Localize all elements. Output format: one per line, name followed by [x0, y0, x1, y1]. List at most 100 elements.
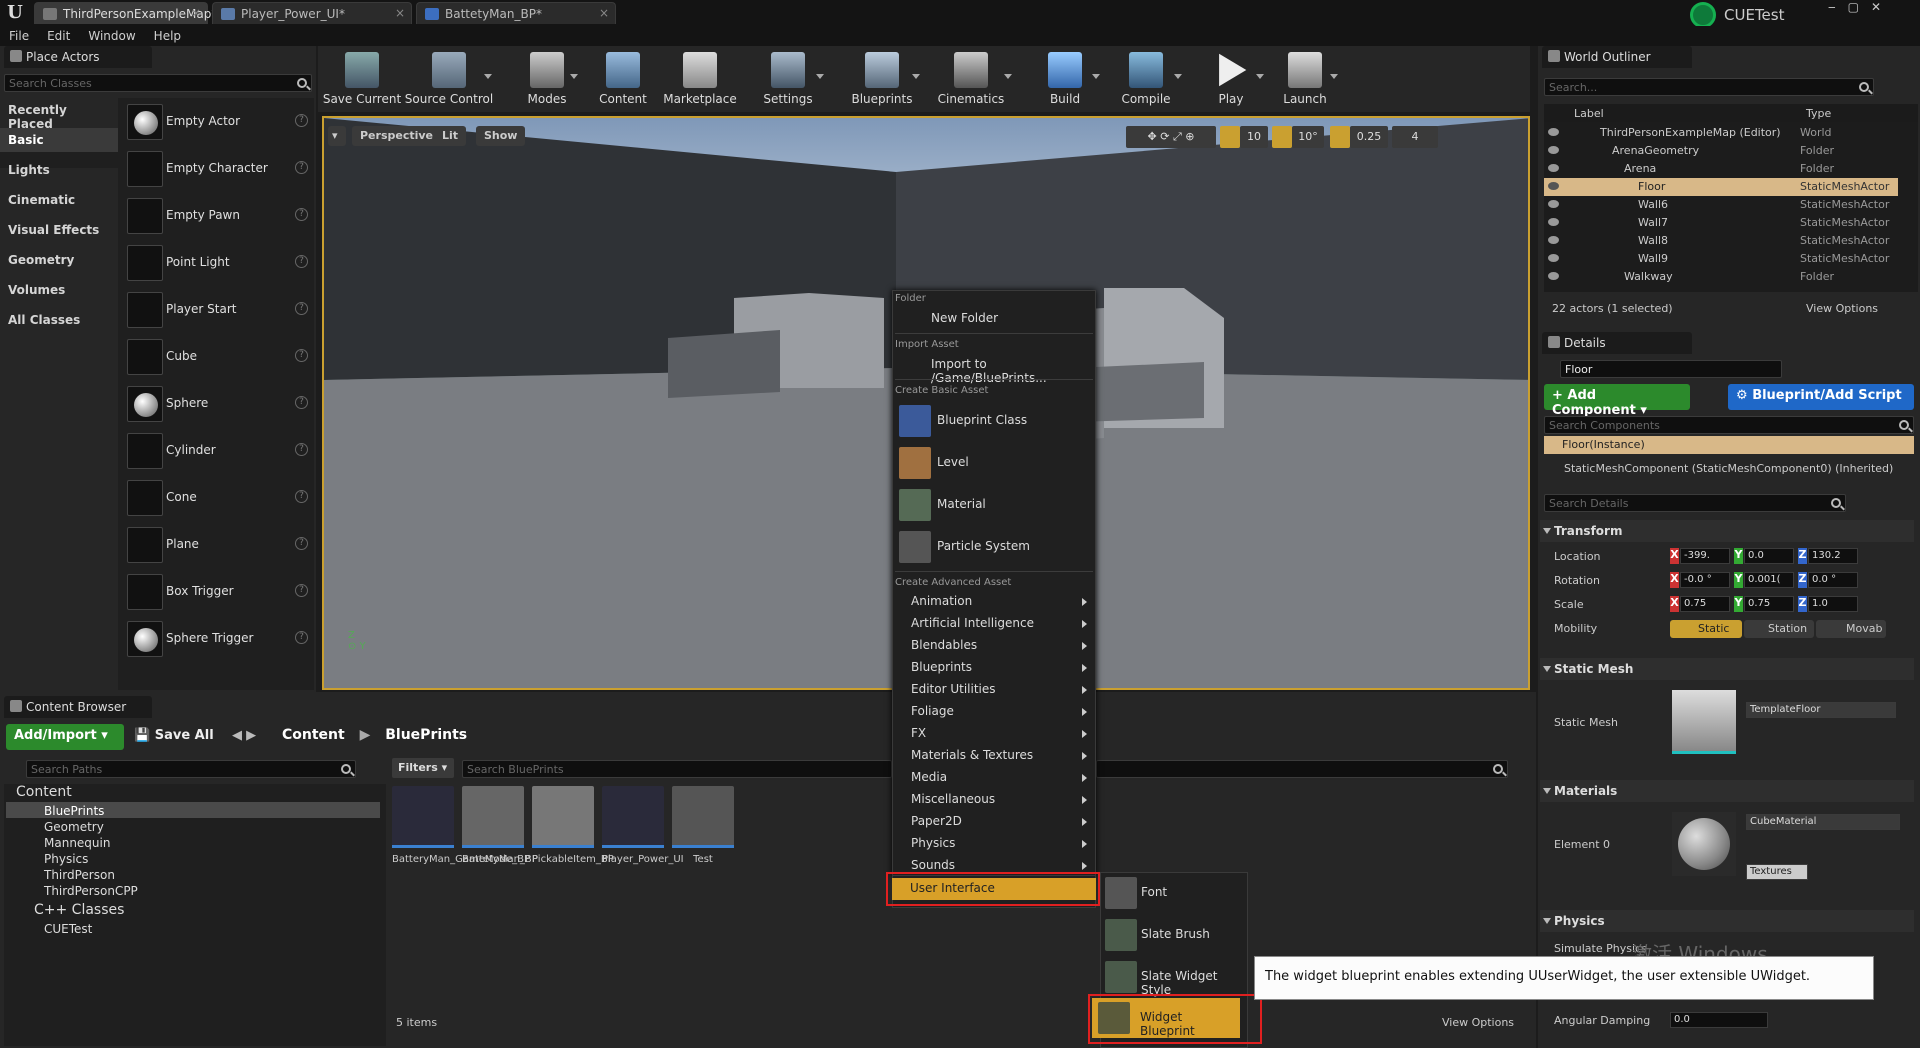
submenu-paper2d[interactable]: Paper2D — [911, 811, 1091, 833]
eye-icon[interactable] — [1548, 254, 1559, 262]
window-controls[interactable]: ‒▢✕ — [1828, 0, 1920, 18]
play-button[interactable]: Play — [1196, 50, 1266, 110]
close-icon[interactable]: × — [599, 6, 609, 20]
content-button[interactable]: Content — [590, 50, 656, 110]
outliner-row[interactable]: Wall9 StaticMeshActor — [1544, 250, 1898, 268]
show-button[interactable]: Show — [476, 126, 526, 146]
viewport-options-button[interactable]: ▾ — [328, 126, 346, 146]
category-recently-placed[interactable]: Recently Placed — [0, 98, 118, 131]
tree-blueprints[interactable]: BluePrints — [44, 804, 104, 818]
content-view-options[interactable]: View Options — [1442, 1016, 1514, 1029]
help-icon[interactable]: ? — [295, 255, 308, 268]
help-icon[interactable]: ? — [295, 490, 308, 503]
search-blueprints-input[interactable]: Search BluePrints — [462, 760, 892, 778]
tree-cpp-classes[interactable]: C++ Classes — [34, 902, 124, 918]
eye-icon[interactable] — [1548, 200, 1559, 208]
outliner-row[interactable]: Arena Folder — [1544, 160, 1898, 178]
help-icon[interactable]: ? — [295, 161, 308, 174]
outliner-row[interactable]: ThirdPersonExampleMap (Editor) World — [1544, 124, 1898, 142]
category-all-classes[interactable]: All Classes — [0, 308, 118, 332]
scale-z-field[interactable]: 1.0 — [1808, 596, 1858, 612]
category-cinematic[interactable]: Cinematic — [0, 188, 118, 212]
eye-icon[interactable] — [1548, 236, 1559, 244]
location-y-field[interactable]: 0.0 — [1744, 548, 1794, 564]
actor-cylinder[interactable]: Cylinder? — [122, 429, 312, 473]
static-mesh-section[interactable]: Static Mesh — [1540, 658, 1914, 680]
category-lights[interactable]: Lights — [0, 158, 118, 182]
help-icon[interactable]: ? — [295, 302, 308, 315]
outliner-row[interactable]: ArenaGeometry Folder — [1544, 142, 1898, 160]
scale-label[interactable]: Scale — [1554, 598, 1584, 611]
launch-button[interactable]: Launch — [1270, 50, 1340, 110]
content-browser-tab[interactable]: Content Browser — [4, 696, 152, 718]
tree-physics[interactable]: Physics — [44, 852, 88, 866]
asset-test[interactable]: Test — [672, 786, 734, 886]
outliner-view-options[interactable]: View Options — [1806, 302, 1878, 315]
chevron-down-icon[interactable] — [1174, 74, 1182, 83]
tab-battetyman-bp[interactable]: BattetyMan_BP* × — [416, 2, 616, 24]
chevron-down-icon[interactable] — [1256, 74, 1264, 83]
eye-icon[interactable] — [1548, 272, 1559, 280]
actor-empty-pawn[interactable]: Empty Pawn? — [122, 194, 312, 238]
marketplace-button[interactable]: Marketplace — [662, 50, 738, 110]
place-actors-tab[interactable]: Place Actors — [4, 46, 152, 68]
tree-content[interactable]: Content — [16, 784, 72, 800]
rotation-x-field[interactable]: -0.0 ° — [1680, 572, 1730, 588]
blueprint-add-script-button[interactable]: ⚙ Blueprint/Add Script — [1728, 384, 1914, 410]
category-geometry[interactable]: Geometry — [0, 248, 118, 272]
close-icon[interactable]: × — [395, 6, 405, 20]
col-type[interactable]: Type — [1806, 107, 1831, 120]
menu-file[interactable]: File — [0, 26, 38, 43]
submenu-blueprints[interactable]: Blueprints — [911, 657, 1091, 679]
actor-cone[interactable]: Cone? — [122, 476, 312, 520]
filters-button[interactable]: Filters ▾ — [392, 758, 454, 778]
submenu-artificial-intelligence[interactable]: Artificial Intelligence — [911, 613, 1091, 635]
actor-cube[interactable]: Cube? — [122, 335, 312, 379]
eye-icon[interactable] — [1548, 218, 1559, 226]
help-icon[interactable]: ? — [295, 631, 308, 644]
scale-y-field[interactable]: 0.75 — [1744, 596, 1794, 612]
search-components-input[interactable]: Search Components — [1544, 416, 1914, 434]
tree-thirdperson[interactable]: ThirdPerson — [44, 868, 115, 882]
eye-icon[interactable] — [1548, 182, 1559, 190]
outliner-row[interactable]: Wall7 StaticMeshActor — [1544, 214, 1898, 232]
component-instance-row[interactable]: Floor(Instance) — [1544, 436, 1914, 454]
actor-name-input[interactable]: Floor — [1560, 360, 1782, 378]
actor-box-trigger[interactable]: Box Trigger? — [122, 570, 312, 614]
chevron-down-icon[interactable] — [912, 74, 920, 83]
new-folder-item[interactable]: New Folder — [931, 311, 998, 325]
grid-snap-icon[interactable] — [1220, 126, 1240, 148]
static-mesh-thumbnail[interactable] — [1672, 690, 1736, 754]
rotation-y-field[interactable]: 0.001( — [1744, 572, 1794, 588]
lit-button[interactable]: Lit — [434, 126, 467, 146]
material-thumbnail[interactable] — [1672, 812, 1736, 876]
asset-pickableitem-bp[interactable]: PickableItem_BP — [532, 786, 614, 886]
category-basic[interactable]: Basic — [0, 128, 118, 152]
tab-player-power-ui[interactable]: Player_Power_UI* × — [212, 2, 412, 24]
save-all-button[interactable]: 💾 Save All — [134, 728, 214, 743]
details-tab[interactable]: Details — [1542, 332, 1692, 354]
material-item[interactable]: Material — [937, 497, 986, 511]
actor-sphere[interactable]: Sphere? — [122, 382, 312, 426]
tree-cuetest[interactable]: CUETest — [44, 922, 92, 936]
scale-x-field[interactable]: 0.75 — [1680, 596, 1730, 612]
submenu-physics[interactable]: Physics — [911, 833, 1091, 855]
eye-icon[interactable] — [1548, 128, 1559, 136]
outliner-row[interactable]: Wall6 StaticMeshActor — [1544, 196, 1898, 214]
actor-plane[interactable]: Plane? — [122, 523, 312, 567]
eye-icon[interactable] — [1548, 164, 1559, 172]
settings-button[interactable]: Settings — [750, 50, 826, 110]
actor-empty-character[interactable]: Empty Character? — [122, 147, 312, 191]
add-import-button[interactable]: Add/Import ▾ — [6, 724, 124, 750]
location-x-field[interactable]: -399. — [1680, 548, 1730, 564]
outliner-search-input[interactable]: Search... — [1544, 78, 1874, 96]
chevron-down-icon[interactable] — [570, 74, 578, 83]
search-classes-input[interactable]: Search Classes — [4, 74, 312, 92]
angle-snap-icon[interactable] — [1272, 126, 1292, 148]
compile-button[interactable]: Compile — [1108, 50, 1184, 110]
menu-window[interactable]: Window — [79, 26, 144, 43]
search-details-input[interactable]: Search Details — [1544, 494, 1846, 512]
submenu-editor-utilities[interactable]: Editor Utilities — [911, 679, 1091, 701]
camera-speed-button[interactable]: 4 — [1392, 126, 1438, 148]
help-icon[interactable]: ? — [295, 114, 308, 127]
